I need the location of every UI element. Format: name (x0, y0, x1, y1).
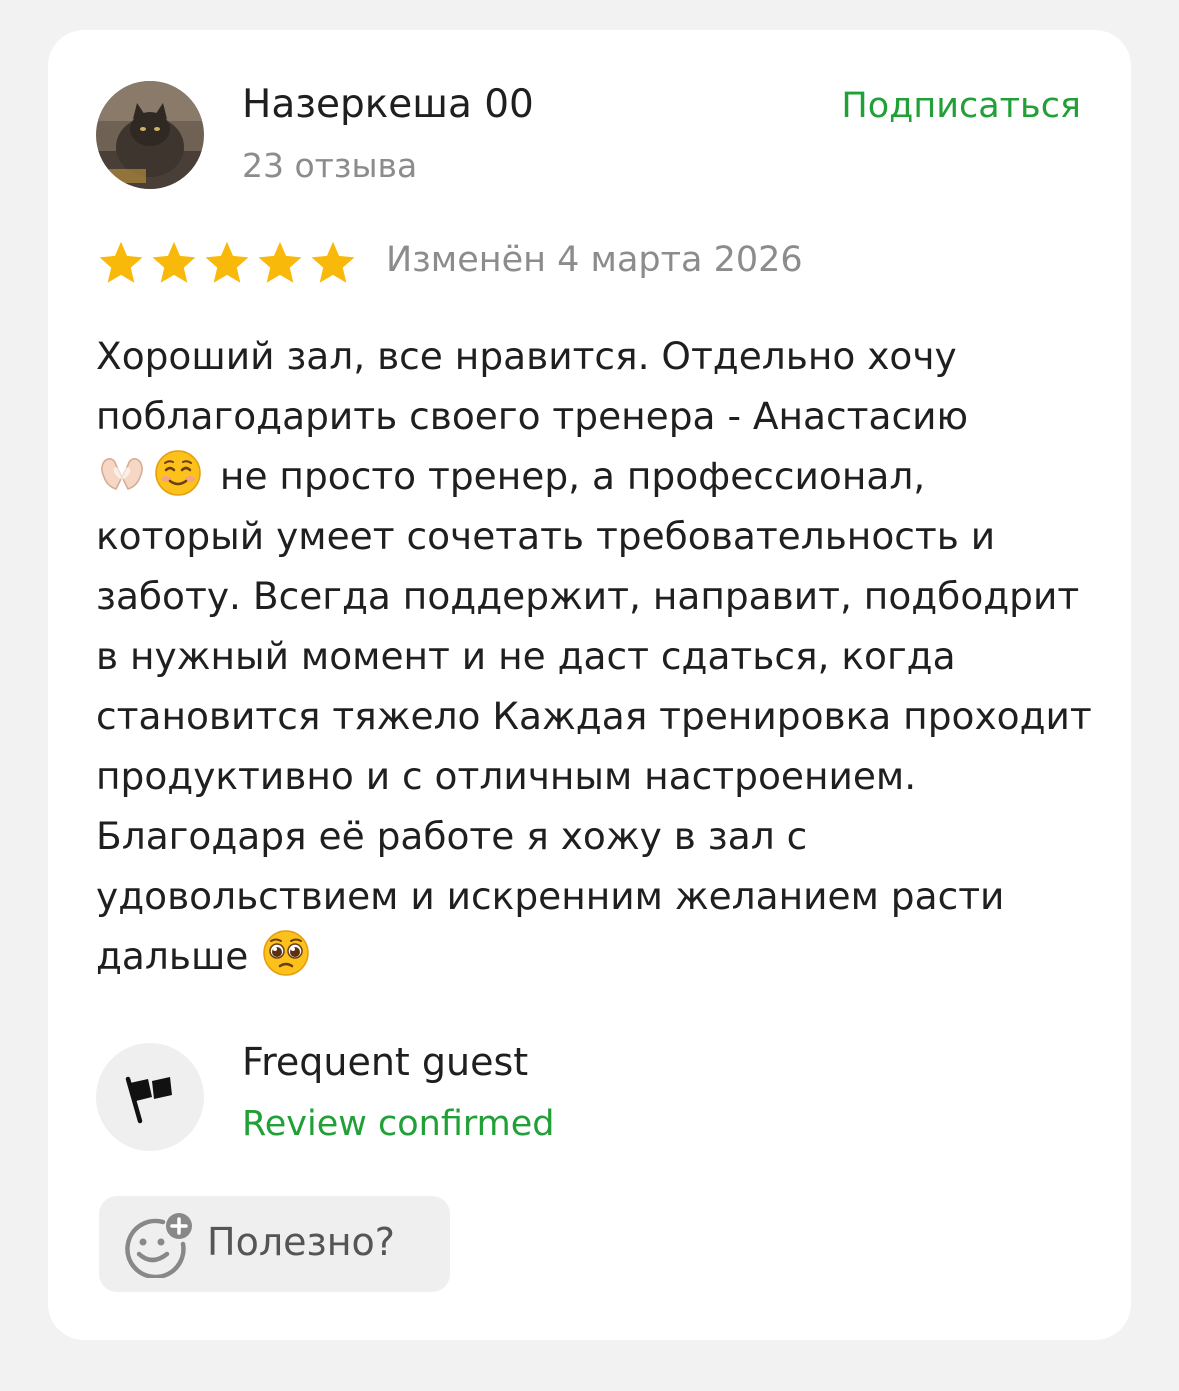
badge-status: Review confirmed (242, 1104, 555, 1144)
subscribe-button[interactable]: Подписаться (841, 86, 1081, 126)
star-icon (205, 241, 249, 283)
helpful-label: Полезно? (207, 1220, 395, 1264)
star-icon (152, 241, 196, 283)
smiling-face-emoji (152, 447, 204, 499)
author-name[interactable]: Назеркеша 00 (242, 82, 534, 127)
flag-icon (125, 1076, 172, 1124)
heart-hands-emoji (96, 447, 148, 499)
author-reviews-count: 23 отзыва (242, 146, 418, 185)
cat-photo-avatar (96, 81, 204, 189)
star-icon (258, 241, 302, 283)
edited-date: Изменён 4 марта 2026 (386, 240, 803, 280)
star-icon (99, 241, 143, 283)
smiley-plus-icon (125, 1213, 192, 1278)
badge-title: Frequent guest (242, 1040, 529, 1084)
author-avatar[interactable] (96, 81, 204, 189)
review-text-part2: не просто тренер, а профессионал, которы… (96, 454, 1092, 978)
review-text: Хороший зал, все нравится. Отдельно хочу… (96, 326, 1096, 986)
review-card: Назеркеша 00 23 отзыва Подписаться Измен… (48, 30, 1131, 1340)
star-rating (96, 238, 358, 288)
helpful-button[interactable]: Полезно? (99, 1196, 450, 1292)
star-icon (311, 241, 355, 283)
badge-icon-container (96, 1043, 204, 1151)
pleading-face-emoji (260, 927, 312, 979)
review-text-part1: Хороший зал, все нравится. Отдельно хочу… (96, 334, 969, 438)
